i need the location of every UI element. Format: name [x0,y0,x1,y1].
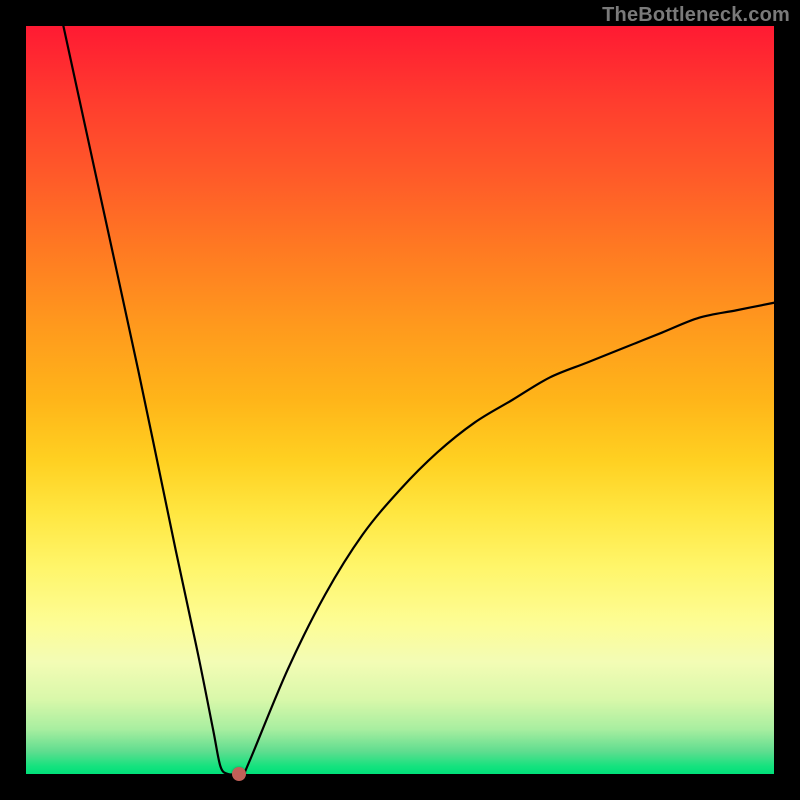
curve-path [63,26,774,775]
chart-frame: TheBottleneck.com [0,0,800,800]
plot-area [26,26,774,774]
watermark-text: TheBottleneck.com [602,4,790,27]
optimal-point-marker [232,767,246,781]
bottleneck-curve [26,26,774,774]
